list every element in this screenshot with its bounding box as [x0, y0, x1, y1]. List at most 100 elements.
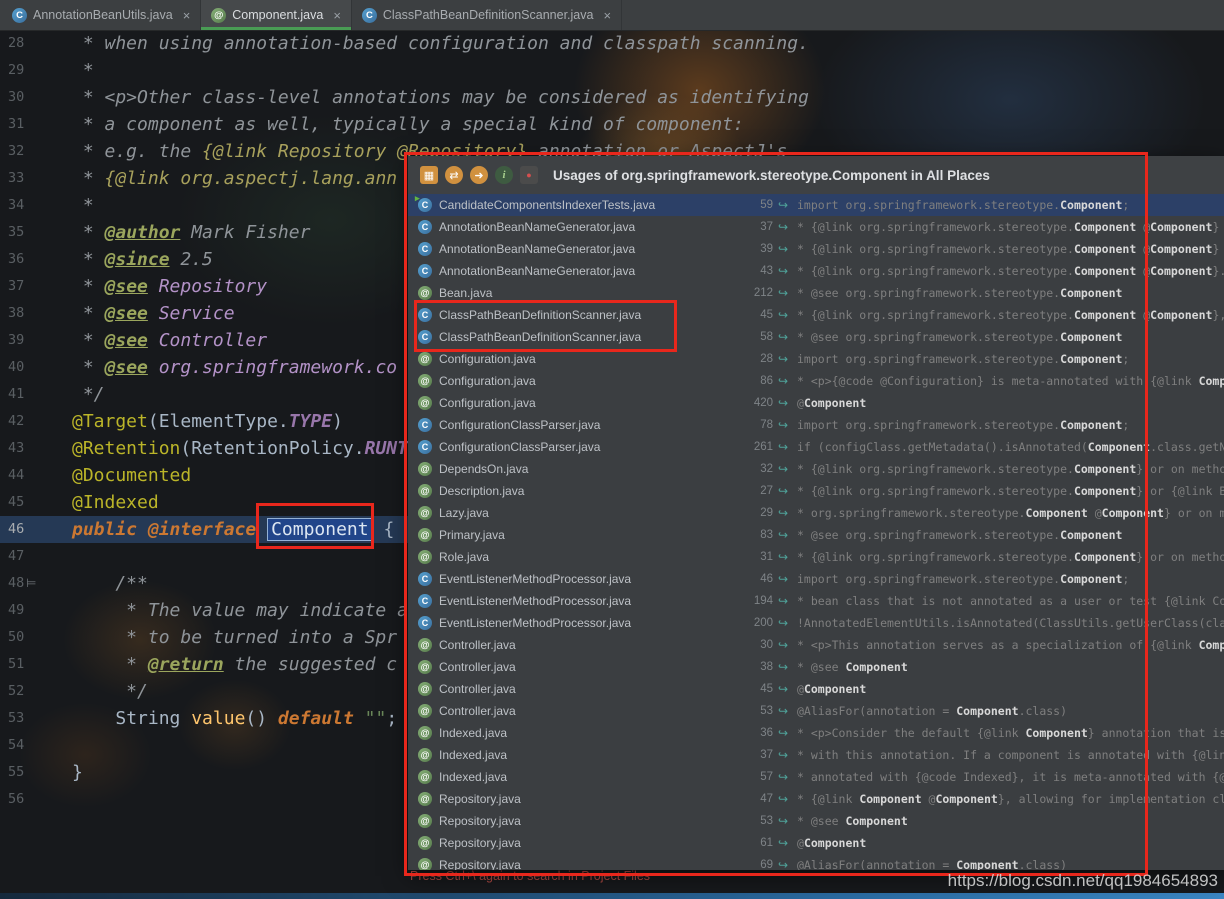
usage-row[interactable]: @Indexed.java36↪* <p>Consider the defaul…: [408, 722, 1224, 744]
usage-row[interactable]: @Repository.java47↪* {@link Component @C…: [408, 788, 1224, 810]
usage-row[interactable]: C▸CandidateComponentsIndexerTests.java59…: [408, 194, 1224, 216]
usage-row[interactable]: @Configuration.java28↪import org.springf…: [408, 348, 1224, 370]
line-number[interactable]: 41: [0, 381, 52, 408]
class-file-icon: C: [418, 330, 432, 344]
open-in-toolwindow-icon[interactable]: ▦: [420, 166, 438, 184]
line-number[interactable]: 47: [0, 543, 52, 570]
line-number[interactable]: 53: [0, 705, 52, 732]
usage-preview: * {@link org.springframework.stereotype.…: [797, 220, 1224, 234]
jump-to-source-icon: ↪: [773, 220, 793, 234]
line-number[interactable]: 39: [0, 327, 52, 354]
usage-row[interactable]: @Repository.java61↪@Component: [408, 832, 1224, 854]
code-segment: TYPE: [289, 411, 332, 432]
usage-row[interactable]: @DependsOn.java32↪* {@link org.springfra…: [408, 458, 1224, 480]
line-number[interactable]: 51: [0, 651, 52, 678]
usage-row[interactable]: CEventListenerMethodProcessor.java194↪* …: [408, 590, 1224, 612]
usage-row[interactable]: CAnnotationBeanNameGenerator.java39↪* {@…: [408, 238, 1224, 260]
annotation-file-icon: @: [418, 484, 432, 498]
tab-component-java[interactable]: @Component.java×: [201, 0, 352, 30]
line-number[interactable]: 50: [0, 624, 52, 651]
usage-row[interactable]: CConfigurationClassParser.java78↪import …: [408, 414, 1224, 436]
component-identifier[interactable]: Component: [267, 518, 373, 541]
usage-row[interactable]: @Controller.java45↪@Component: [408, 678, 1224, 700]
line-number[interactable]: 52: [0, 678, 52, 705]
line-number[interactable]: 43: [0, 435, 52, 462]
record-icon[interactable]: ●: [520, 166, 538, 184]
usage-row[interactable]: @Description.java27↪* {@link org.springf…: [408, 480, 1224, 502]
tab-label: Component.java: [232, 8, 323, 22]
tab-label: AnnotationBeanUtils.java: [33, 8, 173, 22]
line-number[interactable]: 40: [0, 354, 52, 381]
line-number[interactable]: 35: [0, 219, 52, 246]
code-text: [52, 543, 72, 570]
usage-preview: * <p>Consider the default {@link Compone…: [797, 726, 1224, 740]
line-number[interactable]: 48⊨: [0, 570, 52, 597]
usage-row[interactable]: @Configuration.java86↪* <p>{@code @Confi…: [408, 370, 1224, 392]
line-number[interactable]: 46: [0, 516, 52, 543]
usage-row[interactable]: CAnnotationBeanNameGenerator.java43↪* {@…: [408, 260, 1224, 282]
info-icon[interactable]: i: [495, 166, 513, 184]
annotation-file-icon: @: [418, 462, 432, 476]
annotation-file-icon: @: [418, 748, 432, 762]
usage-row[interactable]: @Controller.java53↪@AliasFor(annotation …: [408, 700, 1224, 722]
close-tab-icon[interactable]: ×: [603, 8, 611, 23]
merge-usages-icon[interactable]: ⇄: [445, 166, 463, 184]
usage-row[interactable]: CClassPathBeanDefinitionScanner.java58↪*…: [408, 326, 1224, 348]
usage-filename: Controller.java: [439, 704, 729, 718]
usage-row[interactable]: CEventListenerMethodProcessor.java46↪imp…: [408, 568, 1224, 590]
usage-line-number: 32: [729, 463, 773, 475]
line-number[interactable]: 32: [0, 138, 52, 165]
usage-row[interactable]: CEventListenerMethodProcessor.java200↪!A…: [408, 612, 1224, 634]
usage-row[interactable]: @Indexed.java57↪* annotated with {@code …: [408, 766, 1224, 788]
line-number[interactable]: 36: [0, 246, 52, 273]
code-text: * <p>Other class-level annotations may b…: [52, 84, 809, 111]
jump-to-source-icon: ↪: [773, 748, 793, 762]
usage-row[interactable]: CConfigurationClassParser.java261↪if (co…: [408, 436, 1224, 458]
tab-classpathbeandefinitionscanner-java[interactable]: CClassPathBeanDefinitionScanner.java×: [352, 0, 622, 30]
usage-row[interactable]: @Role.java31↪* {@link org.springframewor…: [408, 546, 1224, 568]
line-number[interactable]: 33: [0, 165, 52, 192]
navigate-icon[interactable]: ➜: [470, 166, 488, 184]
close-tab-icon[interactable]: ×: [183, 8, 191, 23]
usage-row[interactable]: @Bean.java212↪* @see org.springframework…: [408, 282, 1224, 304]
usage-preview: * @see Component: [797, 814, 1224, 828]
line-number[interactable]: 31: [0, 111, 52, 138]
usage-line-number: 31: [729, 551, 773, 563]
line-number[interactable]: 29: [0, 57, 52, 84]
close-tab-icon[interactable]: ×: [333, 8, 341, 23]
line-number[interactable]: 55: [0, 759, 52, 786]
tab-annotationbeanutils-java[interactable]: CAnnotationBeanUtils.java×: [2, 0, 201, 30]
usage-preview: * {@link Component @Component}, allowing…: [797, 792, 1224, 806]
line-number[interactable]: 34: [0, 192, 52, 219]
code-segment: @see: [105, 357, 148, 378]
line-number[interactable]: 45: [0, 489, 52, 516]
usage-row[interactable]: @Configuration.java420↪@Component: [408, 392, 1224, 414]
line-number[interactable]: 56: [0, 786, 52, 813]
annotation-file-icon: @: [418, 814, 432, 828]
line-number[interactable]: 30: [0, 84, 52, 111]
line-number[interactable]: 42: [0, 408, 52, 435]
usage-row[interactable]: @Repository.java53↪* @see Component: [408, 810, 1224, 832]
line-number[interactable]: 38: [0, 300, 52, 327]
usage-row[interactable]: @Repository.java69↪@AliasFor(annotation …: [408, 854, 1224, 870]
annotation-file-icon: @: [418, 374, 432, 388]
usage-row[interactable]: CAnnotationBeanNameGenerator.java37↪* {@…: [408, 216, 1224, 238]
jump-to-source-icon: ↪: [773, 396, 793, 410]
usage-row[interactable]: @Indexed.java37↪* with this annotation. …: [408, 744, 1224, 766]
usage-line-number: 45: [729, 683, 773, 695]
popup-toolbar: ▦ ⇄ ➜ i ●: [420, 166, 538, 184]
usages-list[interactable]: C▸CandidateComponentsIndexerTests.java59…: [408, 194, 1224, 870]
usage-row[interactable]: @Lazy.java29↪* org.springframework.stere…: [408, 502, 1224, 524]
find-usages-popup: ▦⇄➜i● Usages of org.springframework.ster…: [408, 156, 1224, 870]
usage-preview: * org.springframework.stereotype.Compone…: [797, 506, 1224, 520]
usage-row[interactable]: @Primary.java83↪* @see org.springframewo…: [408, 524, 1224, 546]
line-number[interactable]: 54: [0, 732, 52, 759]
line-number[interactable]: 37: [0, 273, 52, 300]
usage-row[interactable]: CClassPathBeanDefinitionScanner.java45↪*…: [408, 304, 1224, 326]
line-number[interactable]: 28: [0, 30, 52, 57]
usage-row[interactable]: @Controller.java30↪* <p>This annotation …: [408, 634, 1224, 656]
line-number[interactable]: 49: [0, 597, 52, 624]
line-number[interactable]: 44: [0, 462, 52, 489]
code-segment: *: [72, 654, 148, 675]
usage-row[interactable]: @Controller.java38↪* @see Component: [408, 656, 1224, 678]
